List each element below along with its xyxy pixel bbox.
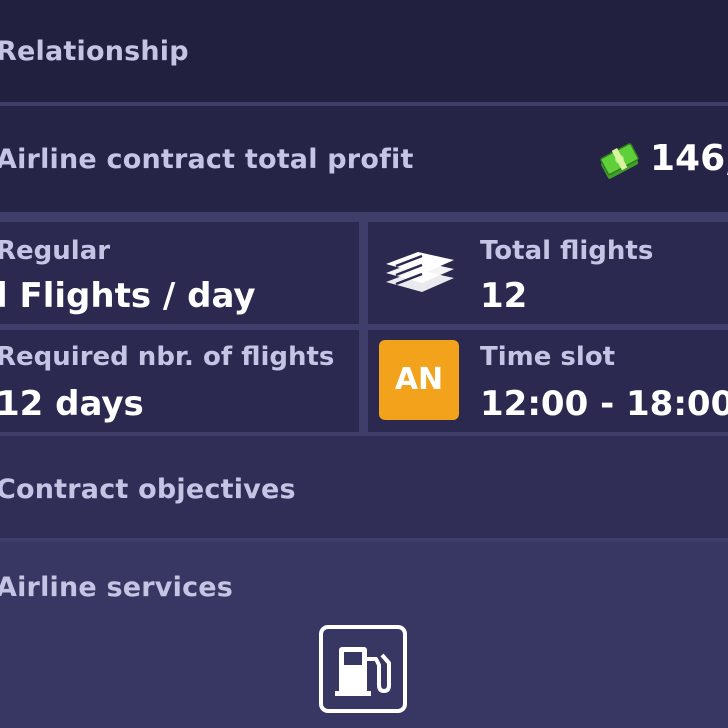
airline-services-label: Airline services bbox=[0, 572, 234, 603]
total-flights-value: 12 bbox=[480, 276, 528, 316]
time-slot-badge: AN bbox=[379, 340, 459, 420]
total-flights-label: Total flights bbox=[480, 236, 654, 266]
regular-value: l Flights / day bbox=[0, 276, 256, 316]
required-flights-cell: Required nbr. of flights 12 days bbox=[0, 330, 359, 432]
regular-label: Regular bbox=[0, 236, 111, 266]
time-slot-value: 12:00 - 18:00 bbox=[480, 384, 728, 424]
relationship-row[interactable]: Relationship bbox=[0, 0, 728, 102]
profit-label: Airline contract total profit bbox=[0, 144, 414, 175]
profit-value: 146, bbox=[650, 138, 728, 179]
cash-icon bbox=[600, 143, 639, 179]
total-flights-cell: Total flights 12 bbox=[368, 222, 728, 324]
contract-objectives-row[interactable]: Contract objectives bbox=[0, 436, 728, 538]
flights-stack-icon bbox=[386, 252, 454, 292]
required-flights-label: Required nbr. of flights bbox=[0, 342, 335, 372]
regular-cell: Regular l Flights / day bbox=[0, 222, 359, 324]
contract-details-panel: Relationship Airline contract total prof… bbox=[0, 0, 728, 728]
time-slot-label: Time slot bbox=[480, 342, 616, 372]
relationship-label: Relationship bbox=[0, 36, 189, 67]
contract-objectives-label: Contract objectives bbox=[0, 474, 296, 505]
fuel-service-button[interactable] bbox=[319, 625, 407, 713]
required-flights-value: 12 days bbox=[0, 384, 144, 424]
fuel-pump-icon bbox=[335, 647, 391, 696]
